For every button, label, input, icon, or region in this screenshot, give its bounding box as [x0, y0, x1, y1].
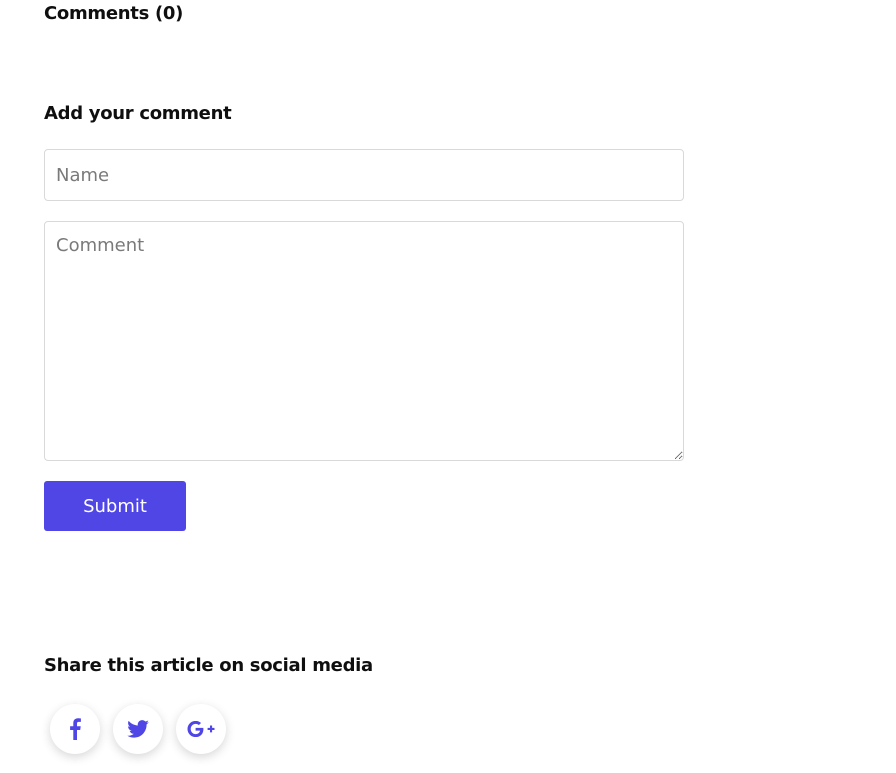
- comment-textarea[interactable]: [44, 221, 684, 461]
- add-comment-heading: Add your comment: [44, 103, 232, 124]
- submit-button[interactable]: Submit: [44, 481, 186, 531]
- facebook-share-button[interactable]: [50, 704, 100, 754]
- twitter-icon: [127, 720, 149, 738]
- name-input[interactable]: [44, 149, 684, 201]
- share-heading: Share this article on social media: [44, 655, 373, 676]
- twitter-share-button[interactable]: [113, 704, 163, 754]
- google-plus-icon: [187, 721, 215, 737]
- social-share-buttons: [50, 704, 226, 754]
- comments-heading: Comments (0): [44, 3, 184, 24]
- google-plus-share-button[interactable]: [176, 704, 226, 754]
- facebook-icon: [70, 718, 81, 740]
